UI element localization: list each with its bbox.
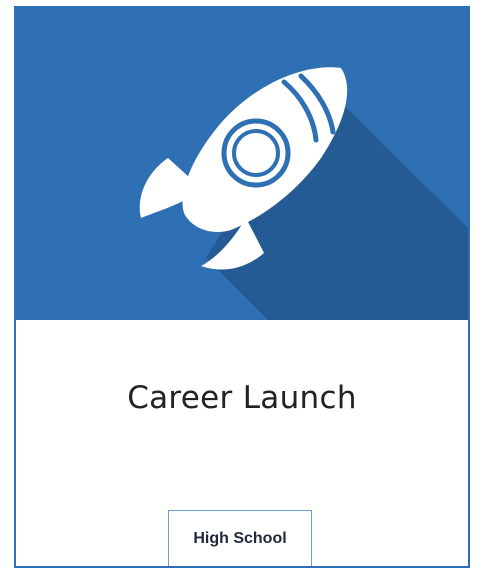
program-card[interactable]: Career Launch High School bbox=[14, 6, 470, 568]
rocket-icon bbox=[139, 67, 468, 320]
card-title: Career Launch bbox=[127, 380, 357, 416]
card-hero-banner bbox=[16, 8, 468, 320]
high-school-button[interactable]: High School bbox=[168, 510, 312, 566]
